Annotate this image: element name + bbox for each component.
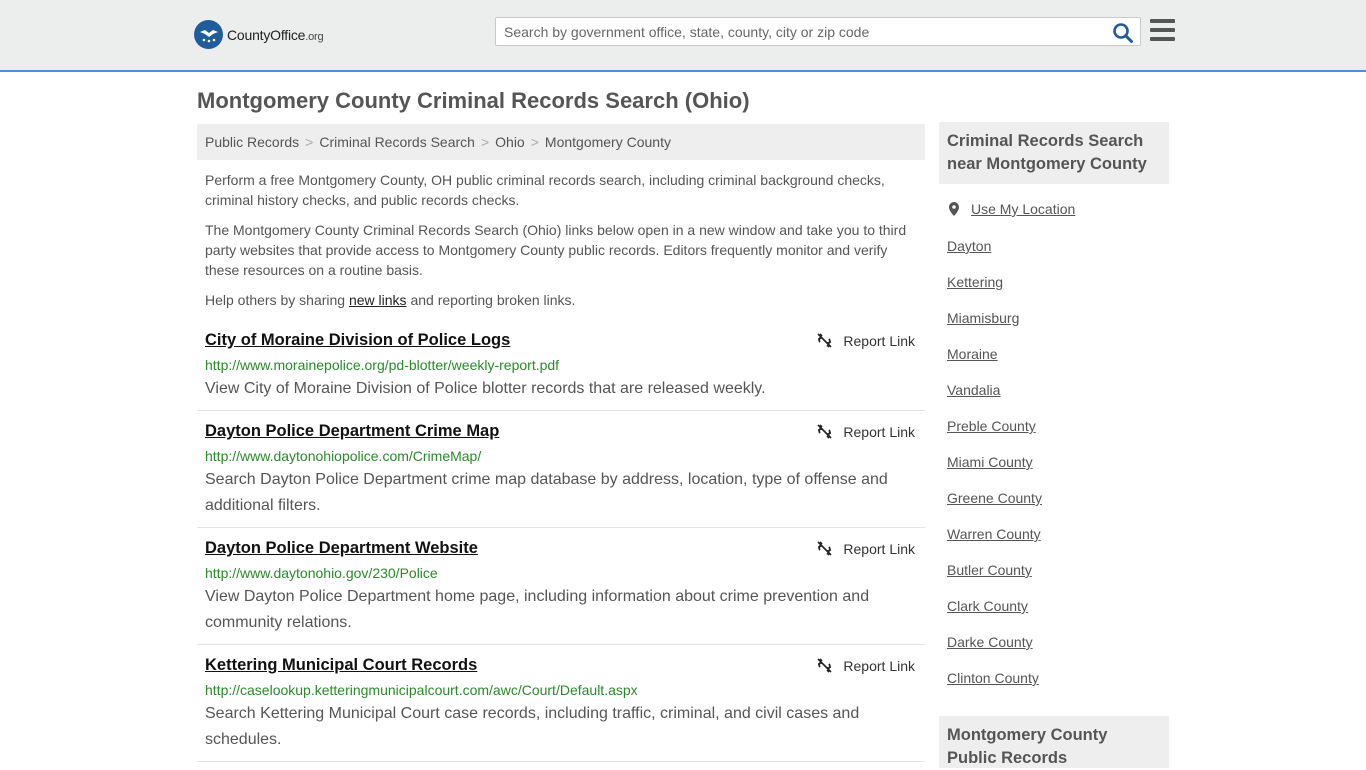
logo-wordmark: CountyOffice.org	[227, 26, 324, 43]
breadcrumb: Public Records > Criminal Records Search > O…	[197, 124, 925, 160]
result-title-link[interactable]: Dayton Police Department Crime Map	[205, 422, 499, 441]
new-links-link[interactable]: new links	[349, 292, 407, 308]
breadcrumb-public-records[interactable]: Public Records	[205, 134, 299, 150]
sidebar-link-butler-county[interactable]: Butler County	[947, 562, 1032, 578]
breadcrumb-criminal-records-search[interactable]: Criminal Records Search	[319, 134, 475, 150]
sidebar-link-miamisburg[interactable]: Miamisburg	[947, 310, 1019, 326]
broken-link-icon	[817, 424, 832, 439]
result-title-link[interactable]: Kettering Municipal Court Records	[205, 656, 477, 675]
eagle-stars-logo-icon	[194, 20, 223, 49]
logo-tld-text: .org	[305, 30, 324, 43]
sidebar-link-preble-county[interactable]: Preble County	[947, 418, 1036, 434]
sidebar-heading-public-records: Montgomery County Public Records	[939, 716, 1169, 768]
sidebar-link-clark-county[interactable]: Clark County	[947, 598, 1028, 614]
breadcrumb-montgomery-county[interactable]: Montgomery County	[545, 134, 671, 150]
site-logo[interactable]: CountyOffice.org	[194, 20, 324, 49]
sidebar-link-greene-county[interactable]: Greene County	[947, 490, 1042, 506]
sidebar-heading: Criminal Records Search near Montgomery …	[939, 122, 1169, 184]
result-item: Dayton Police Department Crime Map Repor…	[197, 411, 925, 528]
broken-link-icon	[817, 541, 832, 556]
map-pin-icon	[949, 202, 959, 216]
breadcrumb-separator: >	[480, 134, 490, 150]
page-title: Montgomery County Criminal Records Searc…	[197, 88, 750, 113]
report-link-button[interactable]: Report Link	[816, 332, 915, 349]
breadcrumb-ohio[interactable]: Ohio	[495, 134, 525, 150]
sidebar-public-records-box: Montgomery County Public Records	[939, 716, 1169, 768]
result-title-link[interactable]: City of Moraine Division of Police Logs	[205, 331, 510, 350]
broken-link-icon	[817, 658, 832, 673]
report-link-label: Report Link	[843, 540, 915, 557]
result-url: http://www.daytonohio.gov/230/Police	[205, 565, 438, 581]
search-icon[interactable]	[1112, 22, 1134, 44]
intro-disclaimer: The Montgomery County Criminal Records S…	[205, 222, 907, 278]
breadcrumb-separator: >	[305, 134, 314, 150]
share-text-before: Help others by sharing	[205, 292, 349, 308]
result-description: Search Dayton Police Department crime ma…	[205, 471, 888, 514]
result-description: View Dayton Police Department home page,…	[205, 588, 870, 631]
search-input[interactable]	[504, 22, 1104, 42]
report-link-button[interactable]: Report Link	[816, 657, 915, 674]
share-text-after: and reporting broken links.	[406, 292, 576, 308]
result-url: http://caselookup.ketteringmunicipalcour…	[205, 682, 638, 698]
report-link-button[interactable]: Report Link	[816, 423, 915, 440]
result-url: http://www.morainepolice.org/pd-blotter/…	[205, 357, 560, 373]
result-title-link[interactable]: Dayton Police Department Website	[205, 539, 478, 558]
broken-link-icon	[817, 333, 832, 348]
result-description: View City of Moraine Division of Police …	[205, 380, 766, 397]
sidebar-link-vandalia[interactable]: Vandalia	[947, 382, 1000, 398]
hamburger-menu-icon[interactable]	[1150, 19, 1175, 42]
use-my-location-label: Use My Location	[971, 201, 1076, 217]
report-link-label: Report Link	[843, 332, 915, 349]
sidebar-link-miami-county[interactable]: Miami County	[947, 454, 1033, 470]
sidebar-link-dayton[interactable]: Dayton	[947, 238, 991, 254]
sidebar-link-kettering[interactable]: Kettering	[947, 274, 1003, 290]
search-box	[495, 17, 1141, 46]
sidebar-link-darke-county[interactable]: Darke County	[947, 634, 1033, 650]
sidebar-link-warren-county[interactable]: Warren County	[947, 526, 1041, 542]
intro-paragraph: Perform a free Montgomery County, OH pub…	[205, 172, 885, 208]
use-my-location-link[interactable]: Use My Location	[947, 201, 1075, 217]
report-link-button[interactable]: Report Link	[816, 540, 915, 557]
logo-main-text: CountyOffice	[227, 26, 306, 43]
breadcrumb-separator: >	[530, 134, 539, 150]
result-item: Kettering Municipal Court Records Report…	[197, 645, 925, 762]
sidebar-link-clinton-county[interactable]: Clinton County	[947, 670, 1039, 686]
report-link-label: Report Link	[843, 423, 915, 440]
top-header: CountyOffice.org	[0, 0, 1366, 72]
result-url: http://www.daytonohiopolice.com/CrimeMap…	[205, 448, 482, 464]
share-links-text: Help others by sharing new links and rep…	[205, 290, 910, 310]
sidebar-nearby-box: Criminal Records Search near Montgomery …	[939, 122, 1169, 184]
result-description: Search Kettering Municipal Court case re…	[205, 705, 860, 748]
result-item: Dayton Police Department Website Report …	[197, 528, 925, 645]
sidebar-link-moraine[interactable]: Moraine	[947, 346, 998, 362]
report-link-label: Report Link	[843, 657, 915, 674]
result-item: City of Moraine Division of Police Logs …	[197, 320, 925, 411]
